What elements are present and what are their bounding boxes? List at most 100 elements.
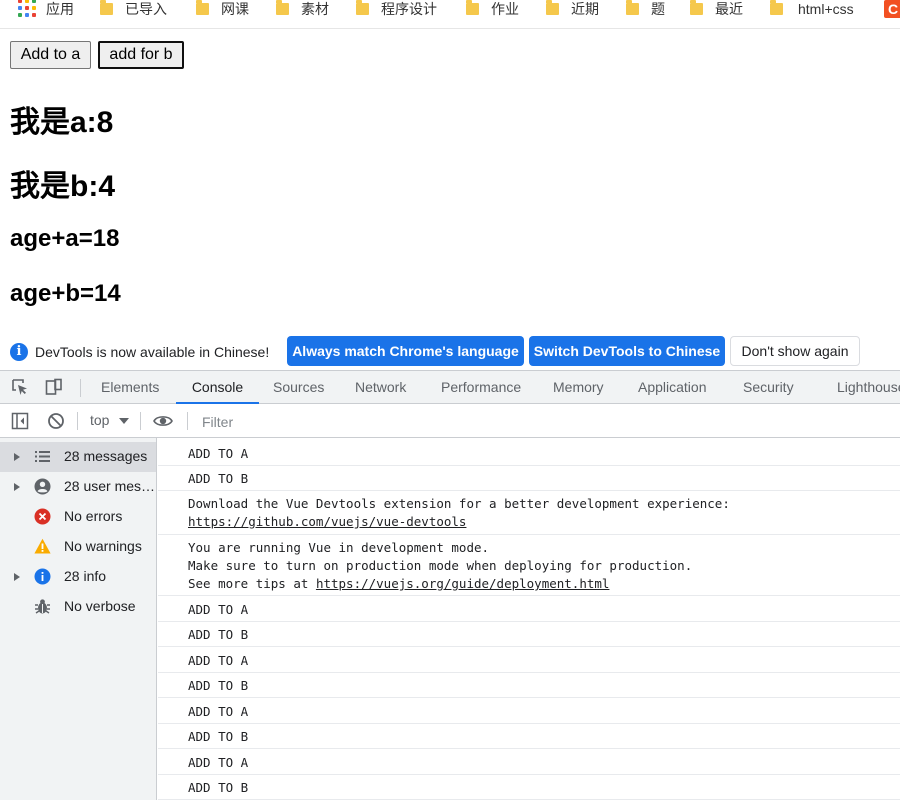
bookmark-extension[interactable]: C [884,0,900,18]
bookmark-label: 已导入 [125,1,167,17]
device-toolbar-icon[interactable] [45,378,63,396]
tab-network[interactable]: Network [355,371,406,404]
tab-lighthouse[interactable]: Lighthouse [837,371,900,404]
dont-show-again-button[interactable]: Don't show again [730,336,860,366]
message-text: Download the Vue Devtools extension for … [188,496,730,511]
message-text: ADD TO B [188,627,249,642]
sidebar-toggle-icon[interactable] [11,412,29,430]
clear-console-icon[interactable] [47,412,65,430]
sidebar-item-errors[interactable]: No errors [0,502,156,532]
bookmark-folder-problems[interactable]: 题 [626,0,665,18]
console-message: ADD TO B [158,724,900,749]
age-a-heading: age+a=18 [10,225,120,252]
heading-a: 我是a:8 [10,106,114,139]
sidebar-item-user-messages[interactable]: 28 user messages [0,472,156,502]
message-text: You are running Vue in development mode. [188,540,490,555]
sidebar-item-label: 28 info [64,568,107,584]
toolbar-divider [80,379,81,397]
bookmark-folder-imported[interactable]: 已导入 [100,0,167,18]
tab-security[interactable]: Security [743,371,794,404]
expand-arrow-icon[interactable] [14,483,20,491]
tab-elements[interactable]: Elements [101,371,159,404]
tab-memory[interactable]: Memory [553,371,604,404]
toolbar-divider [140,412,141,430]
message-text: ADD TO B [188,729,249,744]
tab-sources[interactable]: Sources [273,371,324,404]
bookmark-label: html+css [798,1,854,17]
context-selector-value: top [90,412,110,428]
folder-icon [196,0,209,15]
heading-b: 我是b:4 [10,170,115,203]
devtools-tab-bar: Elements Console Sources Network Perform… [0,370,900,404]
tab-performance[interactable]: Performance [441,371,521,404]
bookmark-label: 近期 [571,1,599,17]
console-toolbar: top [0,404,900,438]
message-text: ADD TO B [188,471,249,486]
bookmark-label: 题 [651,1,665,17]
console-message: ADD TO A [158,749,900,775]
bookmark-folder-latest[interactable]: 最近 [690,0,743,18]
sidebar-item-label: No errors [64,508,123,524]
toolbar-divider [187,412,188,430]
sidebar-item-verbose[interactable]: No verbose [0,592,156,622]
tab-console[interactable]: Console [176,371,259,404]
message-prefix: See more tips at [188,576,316,591]
add-to-a-button[interactable]: Add to a [10,41,91,69]
bookmark-folder-recent-period[interactable]: 近期 [546,0,599,18]
message-text: ADD TO A [188,704,249,719]
console-message: Download the Vue Devtools extension for … [158,491,900,535]
inspect-element-icon[interactable] [11,378,29,396]
bookmark-folder-materials[interactable]: 素材 [276,0,329,18]
console-message: ADD TO A [158,647,900,673]
user-icon [34,478,51,495]
folder-icon [466,0,479,15]
filter-input[interactable] [196,410,900,434]
bookmark-label: 程序设计 [381,1,437,17]
folder-icon [770,0,783,15]
bookmarks-bar: 应用 已导入 网课 素材 程序设计 作业 近期 题 最近 html+css C [0,0,900,29]
bookmark-label: 应用 [46,1,74,17]
folder-icon [100,0,113,15]
bookmark-label: 网课 [221,1,249,17]
console-message: You are running Vue in development mode.… [158,535,900,596]
add-for-b-button[interactable]: add for b [98,41,184,69]
console-message: ADD TO A [158,596,900,622]
bookmark-folder-homework[interactable]: 作业 [466,0,519,18]
console-message: ADD TO B [158,673,900,698]
bookmark-folder-courses[interactable]: 网课 [196,0,249,18]
always-match-language-button[interactable]: Always match Chrome's language [287,336,524,366]
message-text: ADD TO A [188,653,249,668]
message-text: ADD TO B [188,780,249,795]
vue-devtools-link[interactable]: https://github.com/vuejs/vue-devtools [188,514,466,529]
expand-arrow-icon[interactable] [14,453,20,461]
warning-icon [34,538,51,554]
sidebar-item-label: No warnings [64,538,142,554]
console-message: ADD TO B [158,466,900,491]
message-text: ADD TO A [188,446,249,461]
expand-arrow-icon[interactable] [14,573,20,581]
bookmark-folder-html-css[interactable]: html+css [770,0,854,18]
bookmark-label: 素材 [301,1,329,17]
folder-icon [690,0,703,15]
folder-icon [356,0,369,15]
console-message: ADD TO A [158,698,900,724]
devtools-language-infobar: i DevTools is now available in Chinese! … [0,334,900,370]
folder-icon [276,0,289,15]
bookmark-label: 最近 [715,1,743,17]
list-icon [35,451,50,462]
bookmark-folder-programming[interactable]: 程序设计 [356,0,437,18]
vue-deployment-link[interactable]: https://vuejs.org/guide/deployment.html [316,576,610,591]
bookmark-apps[interactable]: 应用 [18,0,74,18]
console-message: ADD TO B [158,622,900,647]
extension-icon: C [884,0,900,18]
sidebar-item-warnings[interactable]: No warnings [0,532,156,562]
sidebar-item-messages[interactable]: 28 messages [0,442,156,472]
switch-to-chinese-button[interactable]: Switch DevTools to Chinese [529,336,725,366]
age-b-heading: age+b=14 [10,280,121,307]
eye-icon[interactable] [153,412,173,430]
tab-application[interactable]: Application [638,371,707,404]
toolbar-divider [77,412,78,430]
console-sidebar: 28 messages 28 user messages No errors N… [0,438,157,800]
context-selector[interactable]: top [90,412,130,428]
sidebar-item-info[interactable]: 28 info [0,562,156,592]
